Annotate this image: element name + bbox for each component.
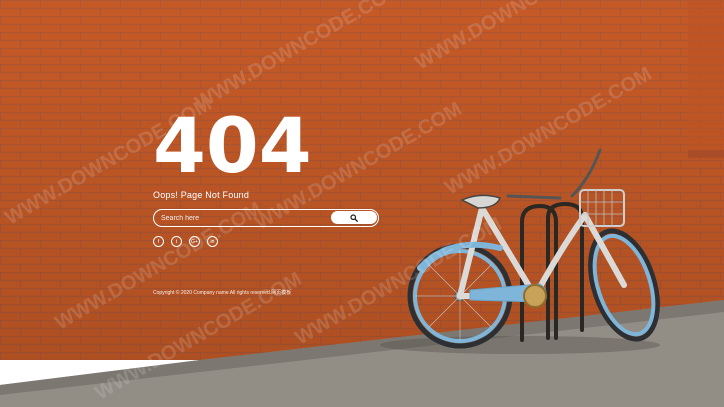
linkedin-icon[interactable]: in	[207, 236, 218, 247]
copyright-text: Copyright © 2020 Company name All rights…	[153, 290, 292, 296]
google-plus-icon[interactable]: G+	[189, 236, 200, 247]
error-message: Oops! Page Not Found	[153, 190, 250, 200]
twitter-icon[interactable]: t	[171, 236, 182, 247]
search-bar	[153, 209, 379, 227]
social-links: f t G+ in	[153, 236, 393, 247]
search-button[interactable]	[331, 211, 377, 224]
search-input[interactable]	[154, 209, 333, 227]
search-icon	[350, 213, 358, 222]
facebook-icon[interactable]: f	[153, 236, 164, 247]
error-code: 404	[153, 101, 312, 190]
error-content: 404 Oops! Page Not Found f t G+ in Copyr…	[153, 108, 393, 296]
